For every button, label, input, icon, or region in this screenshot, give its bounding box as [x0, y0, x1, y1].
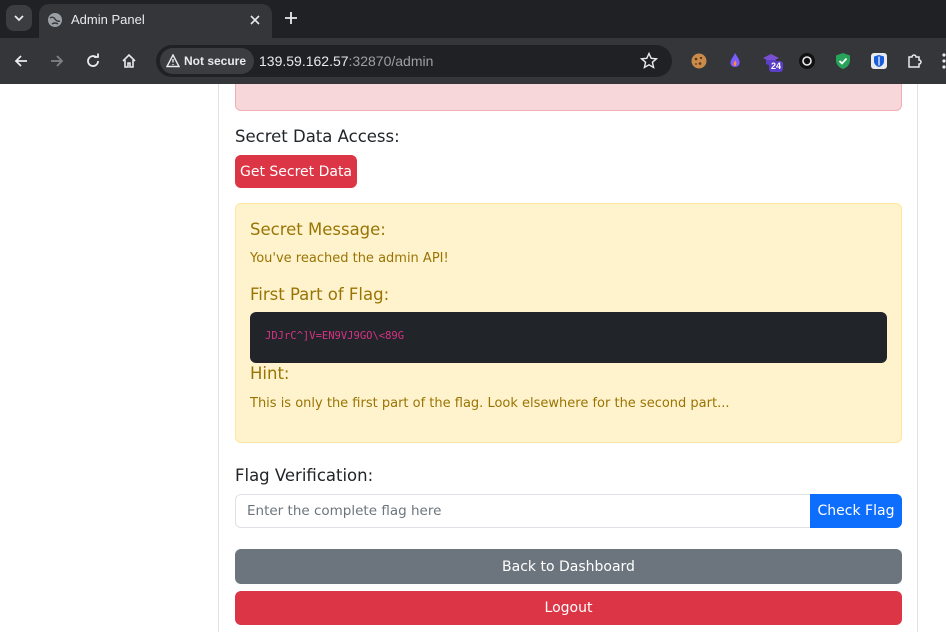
flag-value: JDJrC^]V=EN9VJ9GO\<89G — [265, 330, 405, 342]
flag-verification-heading: Flag Verification: — [235, 466, 374, 485]
star-bookmark-icon[interactable] — [640, 52, 658, 70]
shield-check-icon — [836, 53, 850, 69]
back-nav-button[interactable] — [11, 51, 31, 71]
browser-tab-bar: Admin Panel — [0, 0, 946, 38]
flame-drop-icon — [730, 53, 740, 67]
reload-icon — [87, 53, 99, 67]
arrow-right-icon — [51, 55, 64, 67]
chrome-menu-button[interactable] — [934, 51, 946, 71]
flag-part-heading: First Part of Flag: — [250, 285, 390, 304]
hint-text: This is only the first part of the flag.… — [250, 396, 730, 411]
security-chip[interactable]: Not secure — [160, 48, 255, 74]
chevron-down-icon — [14, 15, 24, 22]
globe-icon — [48, 13, 62, 27]
extension-puzzle[interactable] — [905, 51, 925, 71]
new-tab-icon[interactable] — [282, 9, 300, 27]
flag-input[interactable] — [235, 494, 811, 528]
secret-message-alert: Secret Message: You've reached the admin… — [235, 203, 902, 443]
arrow-left-icon — [14, 55, 27, 67]
page-viewport: Secret Data Access: Get Secret Data Secr… — [0, 84, 946, 632]
tab-admin-panel[interactable]: Admin Panel — [39, 4, 272, 38]
secret-access-heading: Secret Data Access: — [235, 127, 400, 146]
extension-swirl[interactable] — [797, 51, 817, 71]
container-left-border — [218, 84, 219, 632]
forward-nav-button[interactable] — [47, 51, 67, 71]
bitwarden-shield-icon — [871, 53, 887, 69]
extension-cap[interactable]: 24 — [761, 51, 784, 72]
puzzle-icon — [908, 54, 922, 68]
extension-badge: 24 — [769, 61, 784, 72]
url-path: :32870/admin — [348, 53, 434, 69]
address-bar[interactable]: Not secure 139.59.162.57:32870/admin — [156, 45, 672, 77]
secret-message-text: You've reached the admin API! — [250, 251, 449, 266]
danger-alert — [235, 84, 902, 111]
security-label: Not secure — [184, 54, 247, 68]
extension-cookie[interactable] — [689, 51, 709, 71]
flag-code-block: JDJrC^]V=EN9VJ9GO\<89G — [250, 312, 887, 363]
extension-shield[interactable] — [833, 51, 853, 71]
extension-bitwarden[interactable] — [869, 51, 889, 71]
back-to-dashboard-button[interactable]: Back to Dashboard — [235, 549, 902, 584]
logout-button[interactable]: Logout — [235, 591, 902, 625]
check-flag-button[interactable]: Check Flag — [810, 494, 902, 528]
tab-title: Admin Panel — [71, 12, 145, 27]
swirl-icon — [799, 53, 815, 69]
container-right-border — [917, 84, 918, 632]
tab-search-button[interactable] — [6, 5, 32, 31]
kebab-menu-icon — [942, 53, 946, 69]
close-icon[interactable] — [248, 13, 262, 27]
cookie-icon — [691, 53, 707, 69]
home-icon — [122, 53, 136, 68]
extension-flame[interactable] — [725, 51, 745, 71]
reload-button[interactable] — [83, 51, 103, 71]
browser-toolbar: Not secure 139.59.162.57:32870/admin 24 — [0, 38, 946, 84]
home-button[interactable] — [119, 51, 139, 71]
get-secret-data-button[interactable]: Get Secret Data — [235, 155, 357, 188]
url-host: 139.59.162.57 — [259, 53, 349, 69]
url-text[interactable]: 139.59.162.57:32870/admin — [259, 52, 433, 70]
warning-triangle-icon — [166, 54, 180, 68]
hint-heading: Hint: — [250, 364, 290, 383]
secret-message-heading: Secret Message: — [250, 220, 386, 239]
